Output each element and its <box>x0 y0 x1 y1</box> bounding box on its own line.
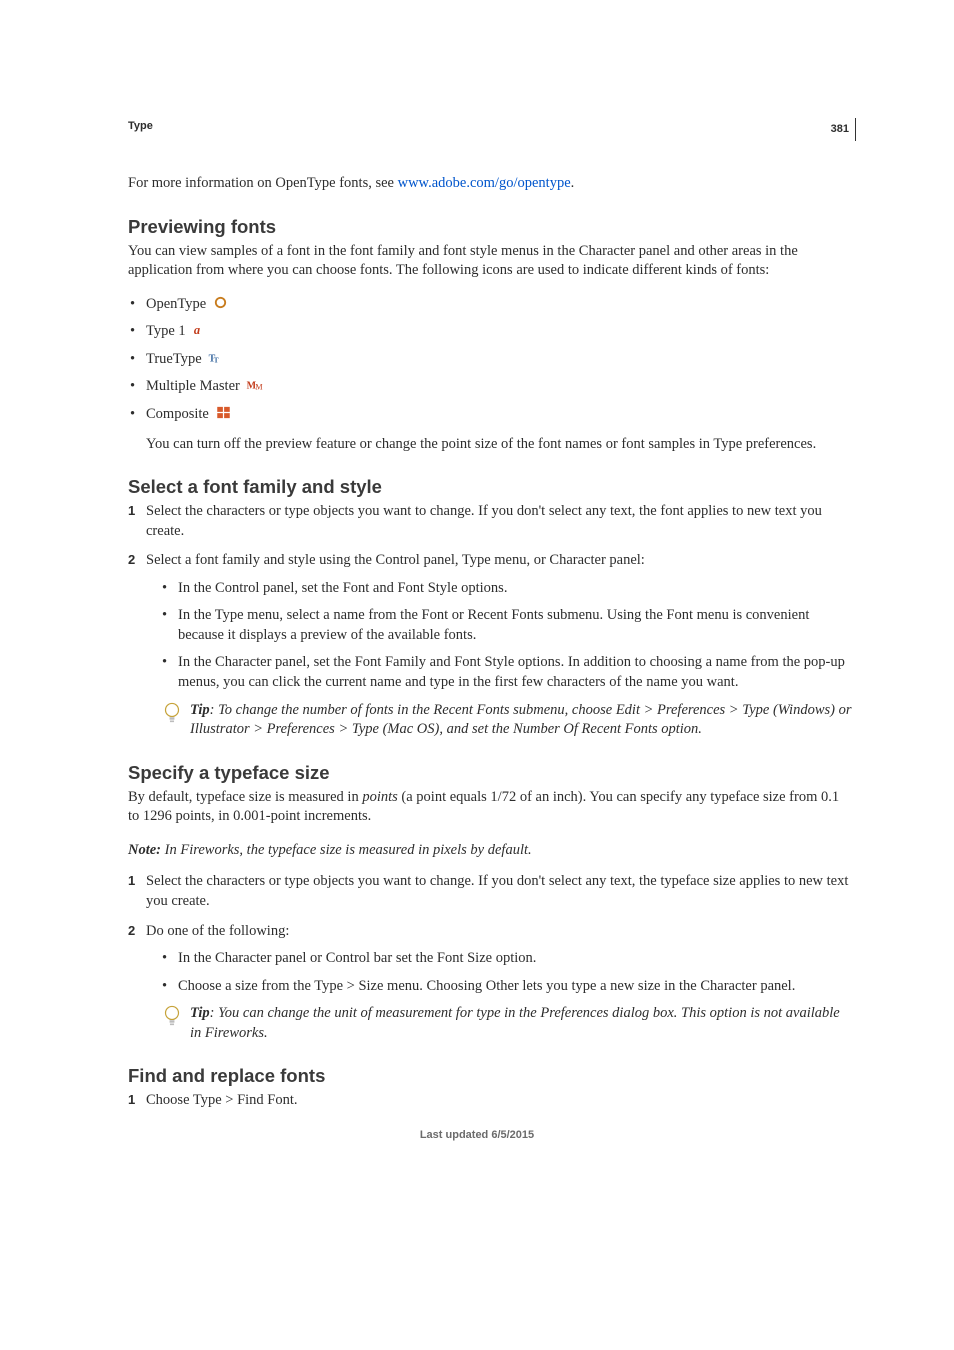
composite-icon <box>215 408 232 424</box>
svg-text:T: T <box>214 355 219 364</box>
list-item: OpenType <box>128 295 854 317</box>
select-sub-list: In the Control panel, set the Font and F… <box>162 579 854 693</box>
step-item: Select a font family and style using the… <box>128 551 854 740</box>
type1-icon: a <box>192 325 207 341</box>
step-item: Select the characters or type objects yo… <box>128 502 854 541</box>
size-para-em: points <box>362 789 397 805</box>
font-type-label: Multiple Master <box>146 378 240 394</box>
list-item: In the Type menu, select a name from the… <box>162 606 854 645</box>
intro-text-post: . <box>571 175 575 191</box>
list-item: In the Character panel, set the Font Fam… <box>162 653 854 692</box>
tip-text: : To change the number of fonts in the R… <box>190 702 852 738</box>
size-para-pre: By default, typeface size is measured in <box>128 789 362 805</box>
lightbulb-icon <box>162 701 182 734</box>
note-text: In Fireworks, the typeface size is measu… <box>161 842 532 858</box>
svg-text:a: a <box>194 323 200 337</box>
font-type-label: Composite <box>146 406 209 422</box>
tip-text: : You can change the unit of measurement… <box>190 1005 840 1041</box>
size-steps: Select the characters or type objects yo… <box>128 872 854 1043</box>
list-item: TrueType TT <box>128 350 854 372</box>
font-type-label: OpenType <box>146 296 206 312</box>
font-type-label: TrueType <box>146 351 202 367</box>
chapter-label: Type <box>128 120 854 132</box>
tip-label: Tip <box>190 1005 210 1021</box>
step-text: Select a font family and style using the… <box>146 552 645 568</box>
preview-after-paragraph: You can turn off the preview feature or … <box>146 435 854 455</box>
step-item: Choose Type > Find Font. <box>128 1091 854 1111</box>
svg-text:M: M <box>256 383 263 392</box>
heading-typeface-size: Specify a typeface size <box>128 762 854 784</box>
footer-last-updated: Last updated 6/5/2015 <box>0 1129 954 1141</box>
step-text: Do one of the following: <box>146 923 289 939</box>
truetype-icon: TT <box>208 353 223 369</box>
step-text: Select the characters or type objects yo… <box>146 873 848 909</box>
multiple-master-icon: MM <box>246 380 266 396</box>
list-item: In the Character panel or Control bar se… <box>162 949 854 969</box>
step-text: Choose Type > Find Font. <box>146 1092 298 1108</box>
tip-label: Tip <box>190 702 210 718</box>
note-label: Note: <box>128 842 161 858</box>
tip-block: Tip: To change the number of fonts in th… <box>162 701 854 740</box>
page: 381 Type For more information on OpenTyp… <box>0 0 954 1181</box>
font-type-list: OpenType Type 1 a TrueType TT Multiple M… <box>128 295 854 427</box>
step-item: Do one of the following: In the Characte… <box>128 922 854 1044</box>
size-paragraph: By default, typeface size is measured in… <box>128 788 854 827</box>
step-text: Select the characters or type objects yo… <box>146 503 822 539</box>
intro-paragraph: For more information on OpenType fonts, … <box>128 174 854 194</box>
opentype-icon <box>213 298 228 314</box>
heading-previewing-fonts: Previewing fonts <box>128 216 854 238</box>
list-item: Multiple Master MM <box>128 377 854 399</box>
lightbulb-icon <box>162 1004 182 1037</box>
font-type-label: Type 1 <box>146 323 186 339</box>
select-font-steps: Select the characters or type objects yo… <box>128 502 854 740</box>
heading-find-replace-fonts: Find and replace fonts <box>128 1065 854 1087</box>
list-item: Type 1 a <box>128 322 854 344</box>
step-item: Select the characters or type objects yo… <box>128 872 854 911</box>
intro-text-pre: For more information on OpenType fonts, … <box>128 175 398 191</box>
page-number: 381 <box>831 118 856 141</box>
list-item: In the Control panel, set the Font and F… <box>162 579 854 599</box>
find-steps: Choose Type > Find Font. <box>128 1091 854 1111</box>
tip-block: Tip: You can change the unit of measurem… <box>162 1004 854 1043</box>
note-block: Note: In Fireworks, the typeface size is… <box>128 841 854 861</box>
opentype-link[interactable]: www.adobe.com/go/opentype <box>398 175 571 191</box>
list-item: Composite <box>128 405 854 427</box>
preview-paragraph: You can view samples of a font in the fo… <box>128 242 854 281</box>
list-item: Choose a size from the Type > Size menu.… <box>162 977 854 997</box>
size-sub-list: In the Character panel or Control bar se… <box>162 949 854 996</box>
heading-select-font: Select a font family and style <box>128 476 854 498</box>
